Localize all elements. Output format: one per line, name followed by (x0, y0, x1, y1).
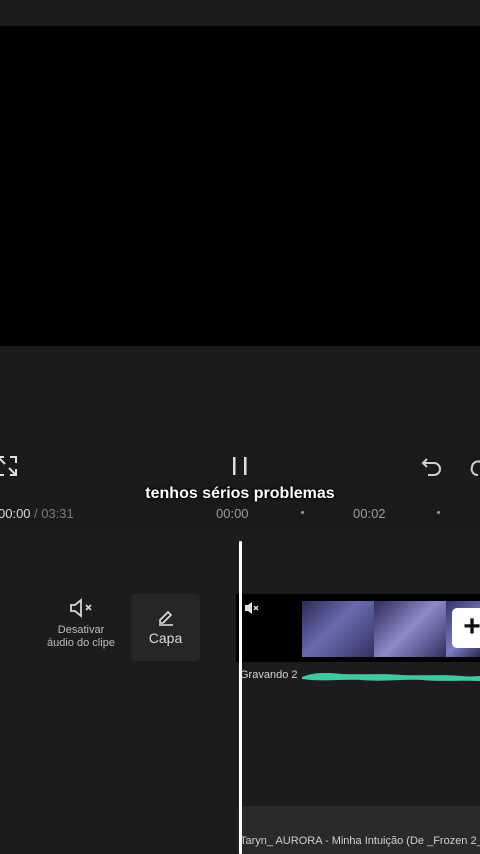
redo-icon[interactable] (468, 455, 480, 477)
mute-label-line1: Desativar (57, 624, 105, 636)
fullscreen-icon[interactable] (0, 455, 18, 477)
total-time: / 03:31 (34, 506, 74, 521)
top-bar (0, 0, 480, 26)
playhead[interactable] (239, 541, 242, 854)
mute-label-line2: áudio do clipe (47, 637, 115, 649)
pause-icon[interactable] (229, 455, 251, 477)
cover-label: Capa (148, 630, 183, 646)
speaker-mute-icon (70, 598, 92, 618)
mute-clip-audio-button[interactable]: Desativar áudio do clipe (40, 598, 122, 662)
add-clip-button[interactable]: + (452, 608, 480, 648)
video-thumbnail (374, 601, 446, 657)
ruler-dot (437, 511, 440, 514)
track-mute-icon[interactable] (244, 600, 260, 616)
cover-button[interactable]: Capa (131, 594, 200, 661)
pencil-icon (158, 610, 173, 626)
current-time: 00:00 (0, 506, 31, 521)
ruler-label: 00:02 (353, 506, 386, 521)
ruler-label: 00:00 (216, 506, 249, 521)
ruler-dot (301, 511, 304, 514)
video-thumbnail (302, 601, 374, 657)
voice-waveform[interactable] (302, 670, 480, 684)
undo-icon[interactable] (420, 455, 444, 477)
video-caption: tenhos sérios problemas (145, 485, 335, 502)
player-toolbar-area (0, 346, 480, 506)
voice-track-label: Gravando 2 (240, 669, 298, 681)
video-preview[interactable] (0, 26, 480, 346)
music-track-label: Taryn_ AURORA - Minha Intuição (De _Froz… (240, 835, 480, 847)
